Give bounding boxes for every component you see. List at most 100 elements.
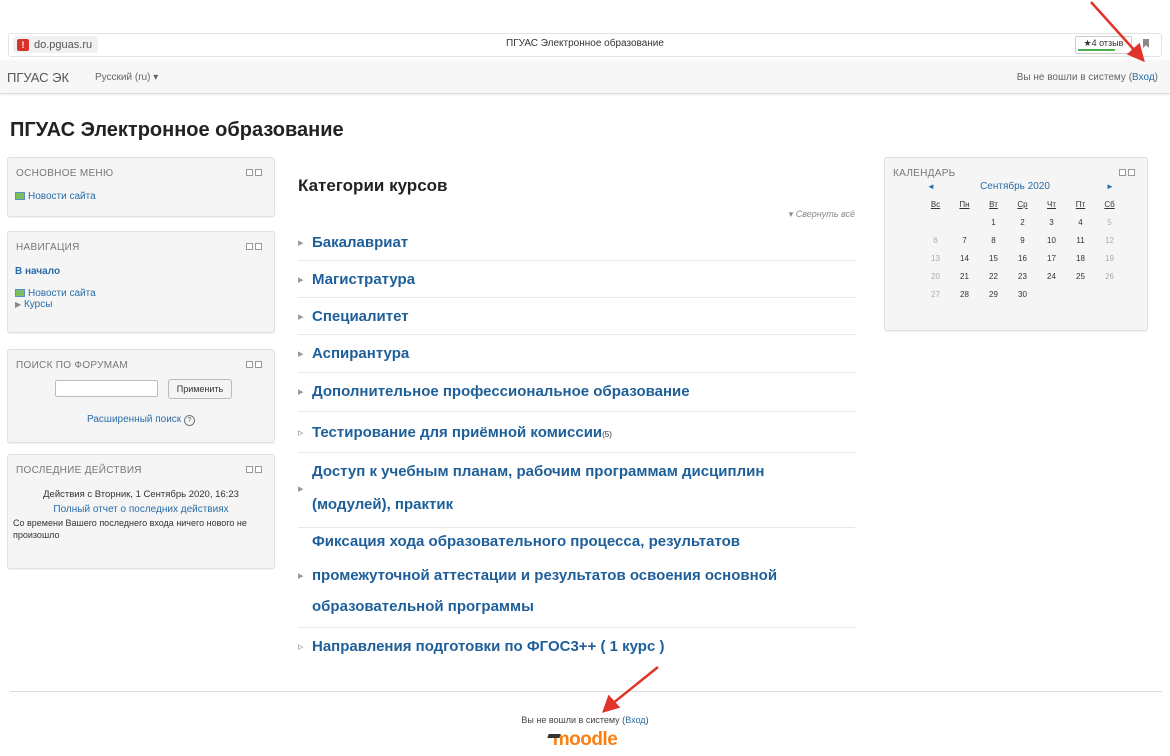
category-item[interactable]: ▸ Аспирантура [298, 337, 855, 373]
collapse-icon[interactable] [255, 466, 262, 473]
category-name[interactable]: Аспирантура [312, 338, 409, 369]
category-name[interactable]: Магистратура [312, 264, 415, 295]
calendar-day[interactable]: 3 [1037, 213, 1066, 231]
block-controls[interactable] [246, 169, 262, 177]
block-controls[interactable] [246, 243, 262, 251]
calendar-day[interactable]: 15 [979, 249, 1008, 267]
collapse-icon[interactable] [255, 361, 262, 368]
expand-arrow-icon[interactable]: ▹ [298, 426, 304, 439]
block-controls[interactable] [1119, 169, 1135, 177]
expand-arrow-icon[interactable]: ▸ [298, 347, 304, 360]
category-item[interactable]: ▸ Специалитет [298, 300, 855, 335]
calendar-day[interactable]: 20 [921, 267, 950, 285]
calendar-day[interactable]: 7 [950, 231, 979, 249]
calendar-day[interactable]: 13 [921, 249, 950, 267]
category-name[interactable]: образовательной программы [312, 591, 534, 622]
help-icon[interactable]: ? [183, 415, 195, 426]
block-navigation: НАВИГАЦИЯ В начало Новости сайта ▶ Курсы [7, 231, 275, 333]
expand-arrow-icon[interactable]: ▸ [298, 385, 304, 398]
collapse-icon[interactable] [255, 243, 262, 250]
category-item[interactable]: ▸ Магистратура [298, 263, 855, 298]
footer-login-link[interactable]: Вход [625, 715, 645, 725]
category-item[interactable]: ▸ Дополнительное профессиональное образо… [298, 374, 855, 412]
category-name[interactable]: Доступ к учебным планам, рабочим програм… [312, 456, 764, 487]
advanced-search[interactable]: Расширенный поиск ? [8, 414, 274, 426]
calendar-day[interactable]: 23 [1008, 267, 1037, 285]
calendar-day[interactable]: 25 [1066, 267, 1095, 285]
calendar-day[interactable]: 14 [950, 249, 979, 267]
calendar-day[interactable]: 6 [921, 231, 950, 249]
category-name[interactable]: (модулей), практик [312, 489, 453, 520]
collapse-icon[interactable] [255, 169, 262, 176]
calendar-day[interactable]: 4 [1066, 213, 1095, 231]
category-name[interactable]: Дополнительное профессиональное образова… [312, 376, 690, 407]
calendar-day[interactable]: 2 [1008, 213, 1037, 231]
expand-arrow-icon[interactable]: ▸ [298, 482, 304, 495]
calendar-day[interactable]: 27 [921, 285, 950, 303]
category-item[interactable]: ▹ Направления подготовки по ФГОС3++ ( 1 … [298, 630, 855, 664]
category-name[interactable]: Фиксация хода образовательного процесса,… [312, 526, 740, 557]
block-controls[interactable] [246, 361, 262, 369]
activity-full-report[interactable]: Полный отчет о последних действиях [8, 504, 274, 515]
collapse-icon[interactable] [1128, 169, 1135, 176]
nav-courses[interactable]: ▶ Курсы [15, 299, 52, 310]
calendar-day[interactable]: 17 [1037, 249, 1066, 267]
calendar-day[interactable]: 1 [979, 213, 1008, 231]
category-item[interactable]: ▸ Доступ к учебным планам, рабочим прогр… [298, 455, 855, 528]
category-name[interactable]: Бакалавриат [312, 227, 408, 258]
category-name[interactable]: промежуточной аттестации и результатов о… [312, 560, 777, 591]
language-menu[interactable]: Русский (ru) ▾ [95, 72, 158, 83]
calendar-day[interactable]: 5 [1095, 213, 1124, 231]
block-controls[interactable] [246, 466, 262, 474]
dock-icon[interactable] [1119, 169, 1126, 176]
calendar-day[interactable]: 29 [979, 285, 1008, 303]
calendar-day[interactable]: 8 [979, 231, 1008, 249]
calendar-day[interactable]: 16 [1008, 249, 1037, 267]
calendar-day[interactable]: 18 [1066, 249, 1095, 267]
nav-home[interactable]: В начало [15, 266, 60, 277]
calendar-day[interactable]: 22 [979, 267, 1008, 285]
calendar-day[interactable]: 9 [1008, 231, 1037, 249]
forum-search-input[interactable] [55, 380, 158, 397]
category-name-wrap[interactable]: Тестирование для приёмной комиссии(5) [312, 417, 612, 450]
calendar-day[interactable]: 10 [1037, 231, 1066, 249]
category-item[interactable]: ▸ Фиксация хода образовательного процесс… [298, 526, 855, 628]
next-month-arrow[interactable]: ► [1106, 182, 1114, 191]
calendar-day[interactable]: 19 [1095, 249, 1124, 267]
expand-arrow-icon[interactable]: ▸ [298, 236, 304, 249]
calendar-month[interactable]: Сентябрь 2020 [915, 181, 1115, 192]
site-brand[interactable]: ПГУАС ЭК [7, 70, 69, 85]
calendar-day[interactable]: 30 [1008, 285, 1037, 303]
footer-login-close: ) [645, 715, 649, 725]
menu-item-news[interactable]: Новости сайта [15, 186, 96, 204]
expand-arrow-icon[interactable]: ▸ [298, 310, 304, 323]
category-name[interactable]: Направления подготовки по ФГОС3++ ( 1 ку… [312, 631, 664, 662]
login-link[interactable]: Вход [1132, 72, 1155, 83]
advanced-search-link[interactable]: Расширенный поиск [87, 414, 181, 425]
full-report-link[interactable]: Полный отчет о последних действиях [53, 504, 228, 515]
calendar-day[interactable]: 21 [950, 267, 979, 285]
moodle-cap-icon [547, 734, 561, 738]
moodle-logo[interactable]: moodle [540, 729, 630, 751]
calendar-day[interactable]: 26 [1095, 267, 1124, 285]
dock-icon[interactable] [246, 243, 253, 250]
category-item[interactable]: ▹ Тестирование для приёмной комиссии(5) [298, 413, 855, 453]
category-name[interactable]: Тестирование для приёмной комиссии [312, 424, 602, 441]
calendar-day[interactable]: 28 [950, 285, 979, 303]
calendar-day[interactable]: 12 [1095, 231, 1124, 249]
apply-button[interactable]: Применить [168, 379, 232, 399]
expand-arrow-icon[interactable]: ▸ [298, 569, 304, 582]
category-name[interactable]: Специалитет [312, 301, 409, 332]
block-title: ПОСЛЕДНИЕ ДЕЙСТВИЯ [16, 465, 142, 476]
expand-arrow-icon[interactable]: ▸ [298, 273, 304, 286]
category-item[interactable]: ▸ Бакалавриат [298, 226, 855, 261]
collapse-all[interactable]: ▾ Свернуть всё [789, 209, 855, 220]
calendar-day[interactable]: 11 [1066, 231, 1095, 249]
expand-arrow-icon[interactable]: ▹ [298, 640, 304, 653]
reviews-badge[interactable]: ★4 отзыв [1075, 36, 1132, 54]
dock-icon[interactable] [246, 466, 253, 473]
calendar-day[interactable]: 24 [1037, 267, 1066, 285]
dock-icon[interactable] [246, 361, 253, 368]
login-close: ) [1154, 72, 1158, 83]
dock-icon[interactable] [246, 169, 253, 176]
